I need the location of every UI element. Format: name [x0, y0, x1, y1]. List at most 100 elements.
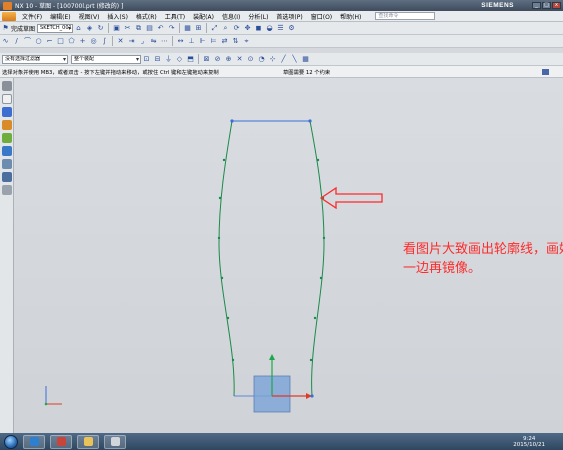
dimension-icon[interactable]: ↔ — [176, 37, 185, 46]
menu-format[interactable]: 格式(R) — [132, 12, 161, 21]
start-orb-icon[interactable] — [4, 434, 18, 449]
existing-point-icon[interactable]: ⊹ — [268, 55, 277, 64]
polygon-icon[interactable]: ⬠ — [67, 37, 76, 46]
reuse-library-icon[interactable] — [2, 133, 12, 143]
assembly-navigator-icon[interactable] — [2, 107, 12, 117]
show-constraints-icon[interactable]: ⊨ — [209, 37, 218, 46]
view-icon[interactable]: ⬒ — [186, 55, 195, 64]
mirror-icon[interactable]: ⇋ — [149, 37, 158, 46]
point-icon[interactable]: + — [78, 37, 87, 46]
system-materials-icon[interactable] — [2, 185, 12, 195]
pattern-icon[interactable]: ⋯ — [160, 37, 169, 46]
selection-filter-select[interactable]: 没有选择过滤器 — [2, 54, 68, 64]
rotate-icon[interactable]: ⟳ — [232, 24, 241, 33]
cut-icon[interactable]: ✂ — [123, 24, 132, 33]
top-right-endpoint[interactable] — [308, 119, 312, 123]
part-navigator-icon[interactable] — [2, 94, 12, 104]
arc-center-icon[interactable]: ⊙ — [246, 55, 255, 64]
reattach-icon[interactable]: ◈ — [85, 24, 94, 33]
right-profile-curve[interactable] — [309, 120, 325, 397]
redo-icon[interactable]: ↷ — [167, 24, 176, 33]
layer-icon[interactable]: ☰ — [276, 24, 285, 33]
filter-icon[interactable]: ⏚ — [164, 55, 173, 64]
constraint-icon[interactable]: ⊥ — [187, 37, 196, 46]
minimize-button[interactable]: _ — [532, 2, 541, 9]
clock[interactable]: 9:24 2015/10/21 — [513, 436, 545, 448]
settings-icon[interactable] — [2, 81, 12, 91]
studio-spline-icon[interactable]: ∫ — [100, 37, 109, 46]
command-search-input[interactable]: 查找命令 — [375, 12, 436, 20]
copy-icon[interactable]: ⧉ — [134, 24, 143, 33]
web-browser-icon[interactable] — [2, 146, 12, 156]
shaded-icon[interactable]: ◼ — [254, 24, 263, 33]
bottom-right-endpoint[interactable] — [310, 394, 314, 398]
taskbar-app-4[interactable] — [104, 434, 126, 449]
corner-icon[interactable]: ⌟ — [138, 37, 147, 46]
menu-window[interactable]: 窗口(O) — [307, 12, 336, 21]
scope-select[interactable]: 整个装配 — [71, 54, 141, 64]
line-icon[interactable]: / — [12, 37, 21, 46]
maximize-button[interactable]: □ — [542, 2, 551, 9]
render-style-icon[interactable]: ◒ — [265, 24, 274, 33]
taskbar-app-2[interactable] — [50, 434, 72, 449]
history-icon[interactable] — [2, 159, 12, 169]
command-finder-icon[interactable]: ▦ — [183, 24, 192, 33]
end-point-icon[interactable]: ⊠ — [202, 55, 211, 64]
menu-info[interactable]: 信息(I) — [218, 12, 244, 21]
undo-icon[interactable]: ↶ — [156, 24, 165, 33]
constraint-navigator-icon[interactable] — [2, 120, 12, 130]
fillet-icon[interactable]: ⌐ — [45, 37, 54, 46]
graphics-window[interactable]: 看图片大致画出轮廓线，画好一边再镜像。 — [14, 78, 563, 433]
point-on-surface-icon[interactable]: ╲ — [290, 55, 299, 64]
profile-icon[interactable]: ∿ — [1, 37, 10, 46]
offset-icon[interactable]: ◎ — [89, 37, 98, 46]
menu-help[interactable]: 帮助(H) — [336, 12, 365, 21]
grid-icon[interactable]: ▦ — [301, 55, 310, 64]
menu-edit[interactable]: 编辑(E) — [46, 12, 74, 21]
menu-assembly[interactable]: 装配(A) — [189, 12, 218, 21]
menu-analysis[interactable]: 分析(L) — [244, 12, 272, 21]
finish-sketch-icon[interactable]: ⚑ — [1, 24, 10, 33]
fit-view-icon[interactable]: ⤢ — [210, 24, 219, 33]
menu-file[interactable]: 文件(F) — [18, 12, 46, 21]
arc-icon[interactable]: ⌒ — [23, 37, 32, 46]
mid-point-icon[interactable]: ⊘ — [213, 55, 222, 64]
deselect-icon[interactable]: ⊟ — [153, 55, 162, 64]
sketch-name-select[interactable]: SKETCH_001 — [37, 23, 74, 33]
pan-icon[interactable]: ✥ — [243, 24, 252, 33]
menu-preferences[interactable]: 首选项(P) — [272, 12, 306, 21]
point-on-curve-icon[interactable]: ╱ — [279, 55, 288, 64]
left-profile-curve[interactable] — [218, 120, 235, 397]
update-model-icon[interactable]: ↻ — [96, 24, 105, 33]
rectangle-icon[interactable]: □ — [56, 37, 65, 46]
window-switch-icon[interactable]: ⊞ — [194, 24, 203, 33]
sketch-toolbar: ⚑ 完成草图 SKETCH_001 ⌂ ◈ ↻ ▣ ✂ ⧉ ▤ ↶ ↷ ▦ ⊞ … — [0, 22, 563, 35]
auto-constrain-icon[interactable]: ⊩ — [198, 37, 207, 46]
menu-tools[interactable]: 工具(T) — [161, 12, 189, 21]
roles-icon[interactable] — [2, 172, 12, 182]
trim-icon[interactable]: ✕ — [116, 37, 125, 46]
menu-view[interactable]: 视图(V) — [75, 12, 104, 21]
alternate-solution-icon[interactable]: ⇅ — [231, 37, 240, 46]
save-icon[interactable]: ▣ — [112, 24, 121, 33]
quadrant-icon[interactable]: ◔ — [257, 55, 266, 64]
intersection-icon[interactable]: ✕ — [235, 55, 244, 64]
menu-insert[interactable]: 插入(S) — [103, 12, 132, 21]
taskbar-app-3[interactable] — [77, 434, 99, 449]
start-menu-button[interactable] — [2, 11, 16, 21]
circle-icon[interactable]: ○ — [34, 37, 43, 46]
taskbar-app-1[interactable] — [23, 434, 45, 449]
select-all-icon[interactable]: ⊡ — [142, 55, 151, 64]
finish-sketch-button[interactable]: 完成草图 — [11, 24, 35, 33]
snap-icon[interactable]: ◇ — [175, 55, 184, 64]
top-left-endpoint[interactable] — [230, 119, 234, 123]
extend-icon[interactable]: ⇥ — [127, 37, 136, 46]
zoom-icon[interactable]: ⌕ — [221, 24, 230, 33]
settings-icon[interactable]: ⚙ — [287, 24, 296, 33]
inferred-constraints-icon[interactable]: ⌖ — [242, 37, 251, 46]
close-button[interactable]: x — [552, 2, 561, 9]
control-point-icon[interactable]: ⊕ — [224, 55, 233, 64]
orient-view-icon[interactable]: ⌂ — [74, 24, 83, 33]
convert-reference-icon[interactable]: ⇄ — [220, 37, 229, 46]
paste-icon[interactable]: ▤ — [145, 24, 154, 33]
